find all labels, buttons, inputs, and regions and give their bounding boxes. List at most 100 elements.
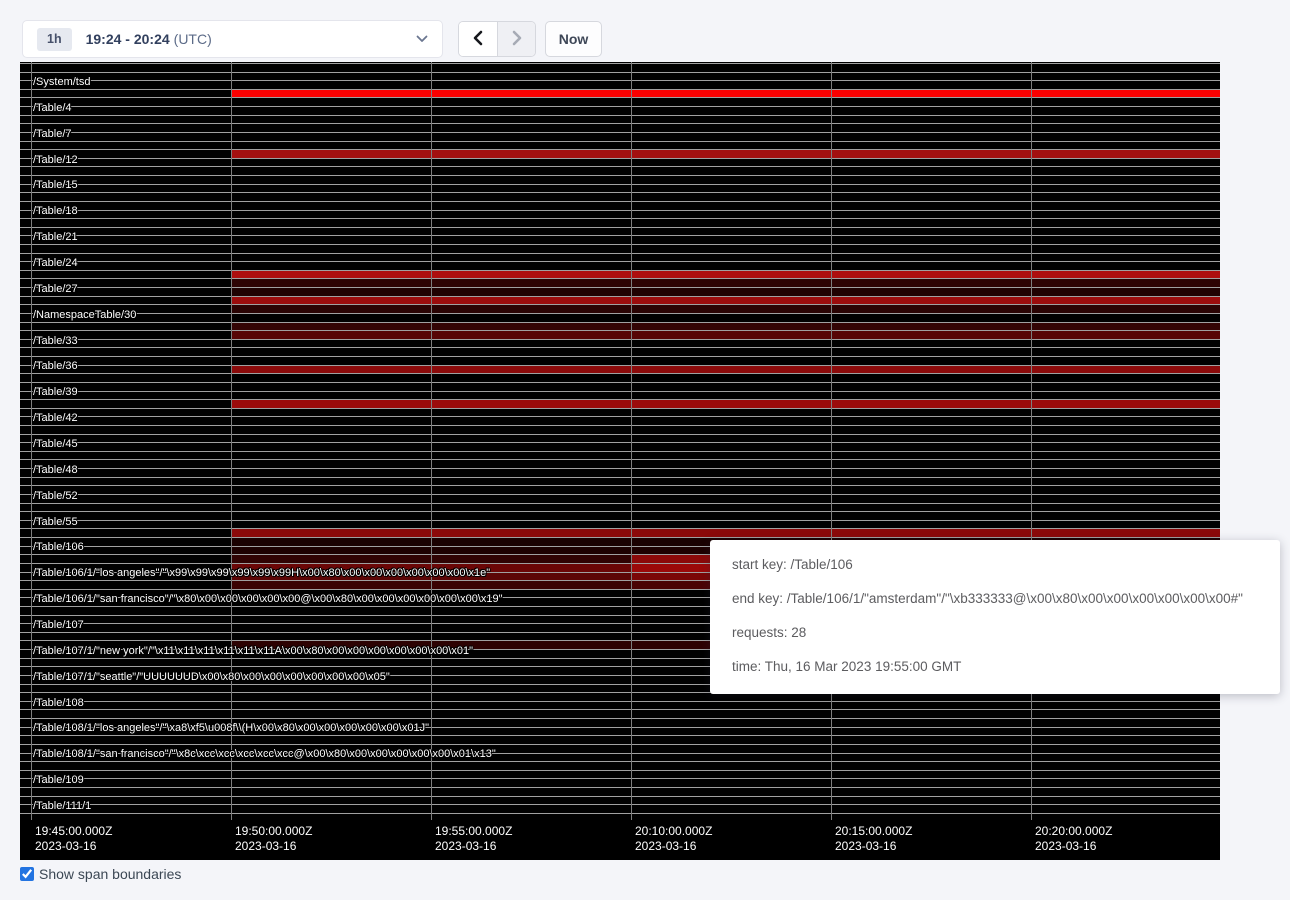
span-boundary-line (20, 132, 1220, 133)
chevron-right-icon (511, 30, 523, 49)
hot-range-band[interactable] (231, 279, 1220, 287)
span-boundary-line (20, 735, 1220, 736)
span-boundary-line (20, 141, 1220, 142)
span-boundary-line (20, 804, 1220, 805)
time-gridline (31, 62, 32, 820)
time-range-dropdown[interactable]: 1h 19:24 - 20:24(UTC) (22, 20, 443, 58)
hot-range-band[interactable] (231, 271, 1220, 279)
tick-time: 20:15:00.000Z (835, 824, 912, 838)
time-tick-label: 19:50:00.000Z2023-03-16 (235, 824, 312, 854)
keyspace-row-label: /Table/39 (33, 386, 78, 399)
hot-range-band[interactable] (231, 400, 1220, 408)
keyspace-row-label: /Table/106/1/"los angeles"/"\x99\x99\x99… (33, 567, 490, 580)
tick-date: 2023-03-16 (235, 839, 312, 854)
span-boundary-line (20, 442, 1220, 443)
span-boundary-line (20, 356, 1220, 357)
time-gridline (831, 62, 832, 820)
keyspace-row-label: /Table/108 (33, 697, 84, 710)
span-boundary-line (20, 115, 1220, 116)
span-boundary-line (20, 382, 1220, 383)
time-tick-label: 20:20:00.000Z2023-03-16 (1035, 824, 1112, 854)
toolbar: 1h 19:24 - 20:24(UTC) Now (0, 0, 1290, 62)
span-boundary-line (20, 106, 1220, 107)
keyspace-row-label: /Table/108/1/"los angeles"/"\xa8\xf5\u00… (33, 722, 429, 735)
range-value: 19:24 - 20:24 (86, 31, 170, 47)
span-boundary-line (20, 210, 1220, 211)
span-boundary-line (20, 97, 1220, 98)
span-boundary-line (20, 503, 1220, 504)
prev-range-button[interactable] (459, 22, 497, 56)
span-boundary-line (20, 451, 1220, 452)
span-boundary-line (20, 347, 1220, 348)
keyspace-row-label: /Table/52 (33, 490, 78, 503)
tick-time: 19:45:00.000Z (35, 824, 112, 838)
chevron-down-icon (416, 35, 428, 43)
keyspace-row-label: /NamespaceTable/30 (33, 309, 136, 322)
span-boundary-line (20, 72, 1220, 73)
keyspace-row-label: /Table/36 (33, 360, 78, 373)
span-boundaries-control: Show span boundaries (20, 866, 181, 882)
span-boundary-line (20, 227, 1220, 228)
span-boundary-line (20, 416, 1220, 417)
keyspace-row-label: /Table/109 (33, 774, 84, 787)
show-span-boundaries-checkbox[interactable] (20, 867, 34, 881)
tooltip-start-key: start key: /Table/106 (732, 555, 1258, 575)
hot-range-band[interactable] (231, 529, 1220, 537)
span-boundary-line (20, 477, 1220, 478)
span-boundary-line (20, 80, 1220, 81)
range-text: 19:24 - 20:24(UTC) (86, 31, 212, 47)
span-boundary-line (20, 511, 1220, 512)
hot-range-band[interactable] (231, 297, 1220, 305)
keyspace-row-label: /Table/18 (33, 205, 78, 218)
span-boundary-line (20, 123, 1220, 124)
hot-range-band[interactable] (231, 331, 1220, 339)
span-boundary-line (20, 244, 1220, 245)
now-button[interactable]: Now (545, 21, 602, 57)
time-gridline (631, 62, 632, 820)
next-range-button[interactable] (497, 22, 535, 56)
tick-time: 20:20:00.000Z (1035, 824, 1112, 838)
tick-date: 2023-03-16 (1035, 839, 1112, 854)
span-boundary-line (20, 201, 1220, 202)
time-gridline (1031, 62, 1032, 820)
tooltip-requests: requests: 28 (732, 623, 1258, 643)
keyspace-row-label: /Table/33 (33, 335, 78, 348)
tick-date: 2023-03-16 (835, 839, 912, 854)
keyspace-row-label: /Table/48 (33, 464, 78, 477)
keyspace-row-label: /Table/111/1 (33, 800, 91, 813)
heatmap-rows-layer: /System/tsd/Table/4/Table/7/Table/12/Tab… (20, 62, 1220, 820)
keyspace-row-label: /Table/15 (33, 179, 78, 192)
tick-date: 2023-03-16 (435, 839, 512, 854)
span-boundary-line (20, 373, 1220, 374)
span-boundary-line (20, 253, 1220, 254)
span-boundary-line (20, 485, 1220, 486)
span-boundary-line (20, 701, 1220, 702)
hot-range-band[interactable] (231, 366, 1220, 374)
hot-range-band[interactable] (231, 305, 1220, 313)
hot-range-band[interactable] (231, 323, 1220, 331)
hot-range-band[interactable] (231, 288, 1220, 296)
keyspace-row-label: /Table/27 (33, 283, 78, 296)
key-visualizer-heatmap[interactable]: /System/tsd/Table/4/Table/7/Table/12/Tab… (20, 62, 1220, 860)
span-boundary-line (20, 339, 1220, 340)
range-timezone: (UTC) (174, 31, 212, 47)
span-boundary-line (20, 313, 1220, 314)
hot-range-band[interactable] (231, 90, 1220, 98)
span-boundary-line (20, 718, 1220, 719)
span-boundary-line (20, 787, 1220, 788)
time-gridline (431, 62, 432, 820)
hot-range-band[interactable] (231, 150, 1220, 158)
keyspace-row-label: /Table/107/1/"seattle"/"UUUUUUD\x00\x80\… (33, 671, 390, 684)
span-boundary-line (20, 391, 1220, 392)
span-boundary-line (20, 761, 1220, 762)
span-boundary-line (20, 158, 1220, 159)
span-boundary-line (20, 813, 1220, 814)
time-axis: 19:45:00.000Z2023-03-1619:50:00.000Z2023… (20, 820, 1220, 860)
span-boundary-line (20, 63, 1220, 64)
span-boundary-line (20, 235, 1220, 236)
span-boundary-line (20, 778, 1220, 779)
tooltip-time: time: Thu, 16 Mar 2023 19:55:00 GMT (732, 657, 1258, 677)
span-boundary-line (20, 520, 1220, 521)
tick-date: 2023-03-16 (635, 839, 712, 854)
keyspace-row-label: /Table/24 (33, 257, 78, 270)
